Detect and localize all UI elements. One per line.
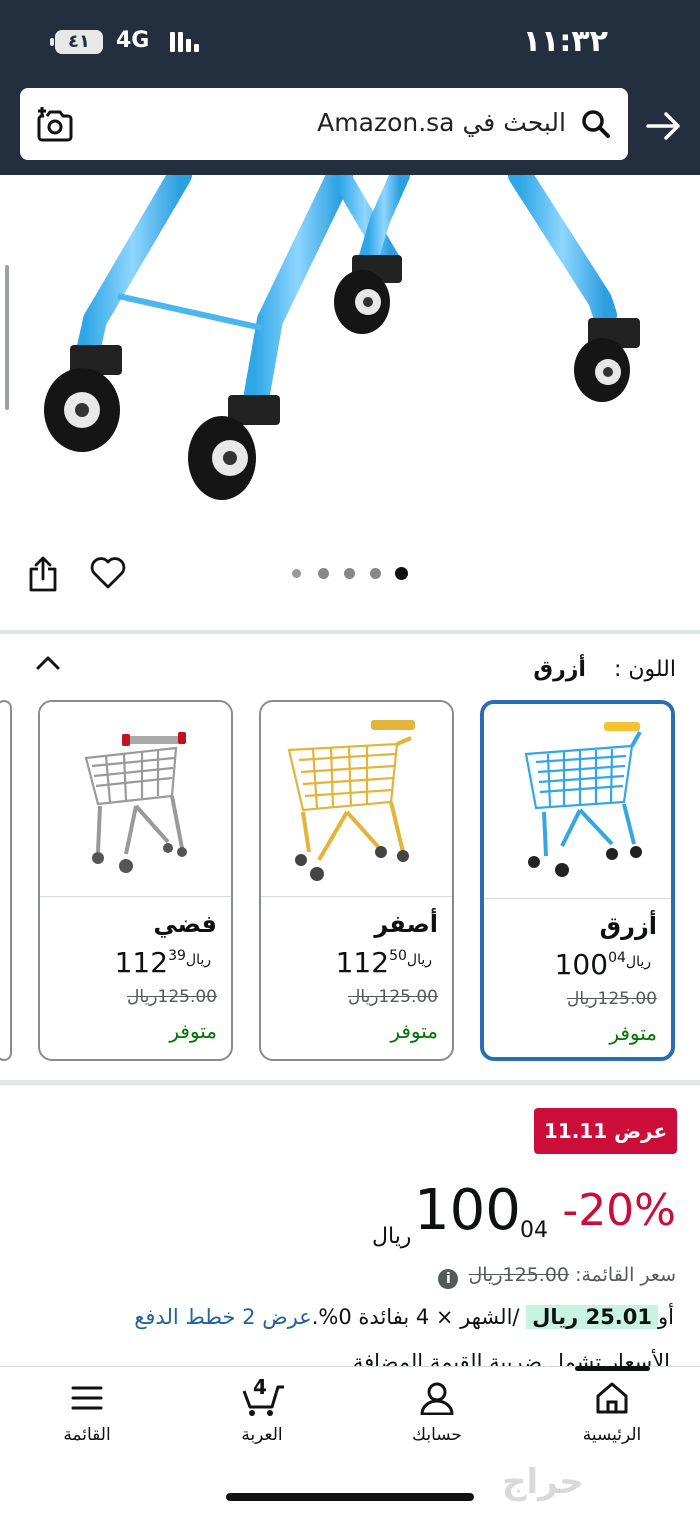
page-dot-active[interactable] (395, 567, 408, 580)
page-dot[interactable] (318, 568, 329, 579)
color-option-partial[interactable] (0, 700, 12, 1061)
color-thumbnail (484, 704, 671, 898)
page-dot[interactable] (370, 568, 381, 579)
option-list-price: 125.00ريال (348, 987, 438, 1007)
section-divider (0, 1080, 700, 1085)
chevron-up-icon[interactable] (34, 652, 62, 674)
nav-menu[interactable]: القائمة (27, 1381, 147, 1445)
page-dot[interactable] (344, 568, 355, 579)
option-list-price: 125.00ريال (127, 987, 217, 1007)
scroll-indicator (5, 265, 9, 410)
search-input[interactable]: البحث في Amazon.sa (20, 88, 628, 160)
section-divider (0, 630, 700, 634)
back-arrow-icon[interactable] (646, 110, 682, 142)
menu-icon (71, 1386, 103, 1410)
product-image[interactable] (0, 175, 700, 605)
cart-count: 4 (253, 1375, 267, 1399)
list-price: سعر القائمة: 125.00ريال i (434, 1264, 676, 1289)
image-pagination (290, 566, 420, 582)
color-thumbnail (40, 702, 231, 896)
bottom-navigation: الرئيسية حسابك 4 العربة القائمة (0, 1366, 700, 1514)
selected-color: أزرق (533, 657, 586, 682)
payment-plans-link[interactable]: عرض 2 خطط الدفع (134, 1305, 312, 1329)
product-page: ٤١ 4G ١١:٣٢ البحث في Amazon.sa اللون: أ… (0, 0, 700, 1514)
color-name: أزرق (599, 912, 657, 940)
availability-label: متوفر (609, 1021, 657, 1045)
cart-icon: 4 (238, 1375, 286, 1416)
cart-image (44, 175, 640, 500)
info-icon[interactable]: i (438, 1269, 459, 1289)
page-dot[interactable] (292, 569, 301, 578)
color-option-silver[interactable]: فضي ريال11239 125.00ريال متوفر (38, 700, 233, 1061)
color-name: فضي (153, 910, 217, 938)
search-icon[interactable] (580, 108, 612, 140)
nav-cart[interactable]: 4 العربة (202, 1375, 322, 1445)
share-icon[interactable] (26, 555, 60, 593)
signal-icon (170, 32, 199, 52)
option-price: ريال11239 (114, 946, 211, 979)
network-label: 4G (116, 28, 150, 53)
availability-label: متوفر (390, 1019, 438, 1043)
option-list-price: 125.00ريال (567, 989, 657, 1009)
installment-offer: أو25.01 ريال /الشهر × 4 بفائدة 0%.عرض 2 … (134, 1305, 674, 1329)
nav-account[interactable]: حسابك (377, 1381, 497, 1445)
active-tab-indicator (575, 1366, 650, 1371)
deal-badge: عرض 11.11 (534, 1108, 677, 1154)
clock: ١١:٣٢ (522, 24, 608, 59)
option-price: ريال11250 (335, 946, 432, 979)
installment-amount: 25.01 ريال (526, 1305, 659, 1329)
account-icon (420, 1382, 454, 1415)
discount-percent: -20% (562, 1185, 676, 1236)
home-icon (596, 1382, 628, 1414)
battery-indicator: ٤١ (50, 30, 103, 54)
watermark: حراج (502, 1462, 584, 1502)
nav-home[interactable]: الرئيسية (552, 1381, 672, 1445)
color-selector-label: اللون : أزرق (533, 657, 676, 682)
camera-scan-icon[interactable] (36, 106, 74, 144)
color-option-blue[interactable]: أزرق ريال10004 125.00ريال متوفر (480, 700, 675, 1061)
color-option-yellow[interactable]: أصفر ريال11250 125.00ريال متوفر (259, 700, 454, 1061)
top-header: ٤١ 4G ١١:٣٢ البحث في Amazon.sa (0, 0, 700, 175)
search-placeholder: البحث في Amazon.sa (317, 108, 566, 137)
availability-label: متوفر (169, 1019, 217, 1043)
color-name: أصفر (374, 910, 438, 938)
home-indicator-bar (226, 1493, 474, 1501)
option-price: ريال10004 (554, 948, 651, 981)
color-thumbnail (261, 702, 452, 896)
heart-icon[interactable] (90, 556, 126, 590)
status-bar: ٤١ 4G ١١:٣٢ (0, 22, 700, 62)
